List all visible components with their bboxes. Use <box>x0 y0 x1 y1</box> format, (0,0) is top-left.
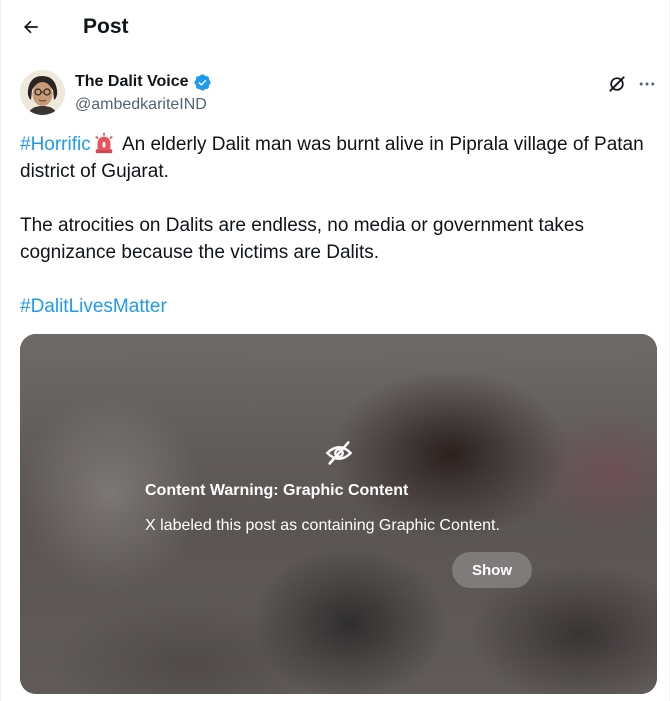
verified-badge-icon <box>193 73 211 91</box>
eye-off-icon <box>325 441 353 465</box>
back-button[interactable] <box>14 10 48 44</box>
author-name[interactable]: The Dalit Voice <box>75 72 212 92</box>
post-text: #Horrific An elderly Dalit man was burnt… <box>20 131 645 320</box>
more-button[interactable] <box>634 71 660 97</box>
arrow-left-icon <box>23 20 38 34</box>
post-paragraph-1: #Horrific An elderly Dalit man was burnt… <box>20 131 645 185</box>
content-warning-description: X labeled this post as containing Graphi… <box>145 517 500 534</box>
grok-button[interactable] <box>604 71 630 97</box>
post-header: Post <box>0 0 670 54</box>
hashtag-horrific[interactable]: #Horrific <box>20 134 91 155</box>
author-name-text: The Dalit Voice <box>75 73 189 90</box>
content-warning-title: Content Warning: Graphic Content <box>145 482 409 499</box>
page-title: Post <box>83 15 129 38</box>
more-horizontal-icon <box>639 82 655 86</box>
media-sensitive-content[interactable]: Content Warning: Graphic Content X label… <box>20 334 657 694</box>
avatar[interactable] <box>20 70 65 115</box>
post-paragraph-2: The atrocities on Dalits are endless, no… <box>20 215 584 263</box>
left-border <box>0 0 1 701</box>
hashtag-dalitlivesmatter[interactable]: #DalitLivesMatter <box>20 296 167 317</box>
grok-icon <box>609 76 625 92</box>
blurred-image <box>20 334 657 694</box>
author-handle[interactable]: @ambedkariteIND <box>75 95 207 115</box>
post-paragraph-3: #DalitLivesMatter <box>20 293 645 320</box>
show-button[interactable]: Show <box>452 552 532 588</box>
siren-emoji-icon <box>94 132 113 154</box>
